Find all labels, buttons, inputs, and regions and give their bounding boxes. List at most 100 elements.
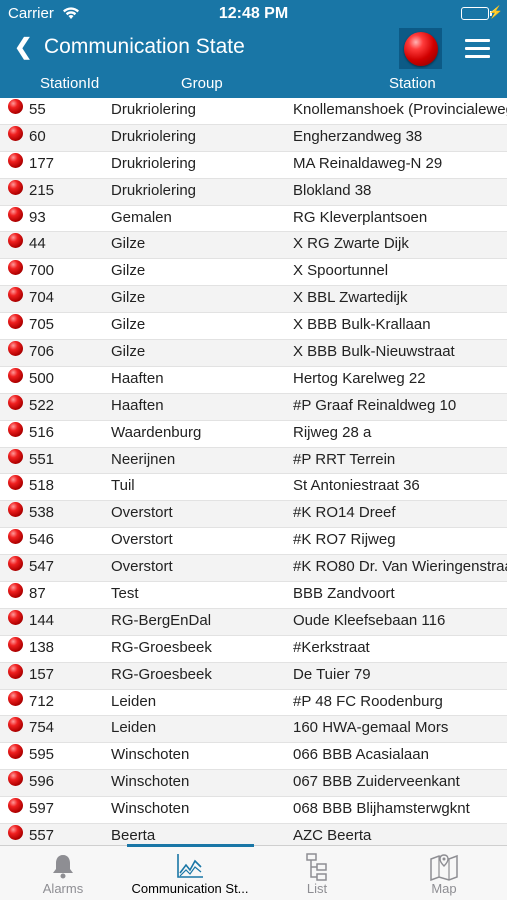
station-id-cell: 93	[29, 208, 46, 226]
table-row[interactable]: 157 RG-Groesbeek De Tuier 79	[0, 662, 507, 690]
alarm-dot-icon	[8, 448, 23, 464]
back-button[interactable]: ❮	[14, 34, 32, 60]
tab-alarms[interactable]: Alarms	[0, 846, 126, 900]
table-row[interactable]: 700 Gilze X Spoortunnel	[0, 259, 507, 287]
station-cell: Oude Kleefsebaan 116	[293, 611, 446, 629]
alarm-dot-icon	[8, 475, 23, 491]
table-row[interactable]: 706 Gilze X BBB Bulk-Nieuwstraat	[0, 340, 507, 367]
column-header: StationId Group Station	[0, 69, 507, 98]
table-row[interactable]: 177 Drukriolering MA Reinaldaweg-N 29	[0, 152, 507, 179]
table-row[interactable]: 144 RG-BergEnDal Oude Kleefsebaan 116	[0, 608, 507, 636]
menu-button[interactable]	[465, 39, 490, 58]
station-id-cell: 516	[29, 423, 55, 441]
station-id-cell: 705	[29, 316, 55, 334]
tab-label: Communication St...	[131, 881, 249, 896]
tab-list[interactable]: List	[254, 846, 380, 900]
station-cell: #P RRT Terrein	[293, 450, 396, 468]
alarm-dot-icon	[8, 717, 23, 733]
group-cell: RG-Groesbeek	[111, 638, 212, 656]
table-row[interactable]: 87 Test BBB Zandvoort	[0, 582, 507, 609]
station-id-cell: 595	[29, 746, 55, 764]
status-time: 12:48 PM	[218, 5, 289, 22]
station-table[interactable]: 55 Drukriolering Knollemanshoek (Provincia…	[0, 98, 507, 845]
group-cell: Overstort	[111, 504, 173, 522]
tab-label: Alarms	[42, 881, 84, 896]
table-row[interactable]: 546 Overstort #K RO7 Rijweg	[0, 528, 507, 556]
alarm-dot-icon	[8, 798, 23, 814]
group-cell: Drukriolering	[111, 101, 197, 118]
station-id-cell: 522	[29, 396, 55, 414]
column-station-id[interactable]: StationId	[40, 75, 99, 92]
station-id-cell: 700	[29, 262, 55, 280]
column-station[interactable]: Station	[389, 75, 436, 92]
alarm-dot-icon	[8, 233, 23, 249]
table-row[interactable]: 712 Leiden #P 48 FC Roodenburg	[0, 690, 507, 717]
station-id-cell: 704	[29, 289, 55, 307]
table-row[interactable]: 215 Drukriolering Blokland 38	[0, 178, 507, 206]
alarm-dot-icon	[8, 206, 23, 222]
alarm-status-button[interactable]	[399, 28, 442, 69]
alarm-dot-icon	[8, 663, 23, 679]
table-row[interactable]: 704 Gilze X BBL Zwartedijk	[0, 286, 507, 314]
table-row[interactable]: 516 Waardenburg Rijweg 28 a	[0, 421, 507, 448]
group-cell: Gilze	[111, 289, 146, 307]
alarm-dot-icon	[8, 744, 23, 760]
alarm-dot-icon	[8, 636, 23, 652]
group-cell: RG-BergEnDal	[111, 611, 212, 629]
table-row[interactable]: 538 Overstort #K RO14 Dreef	[0, 501, 507, 529]
table-row[interactable]: 596 Winschoten 067 BBB Zuiderveenkant	[0, 770, 507, 798]
table-row[interactable]: 518 Tuil St Antoniestraat 36	[0, 474, 507, 502]
table-row[interactable]: 138 RG-Groesbeek #Kerkstraat	[0, 636, 507, 663]
station-cell: St Antoniestraat 36	[293, 477, 420, 495]
table-row[interactable]: 60 Drukriolering Engherzandweg 38	[0, 124, 507, 152]
table-row[interactable]: 500 Haaften Hertog Karelweg 22	[0, 367, 507, 394]
station-id-cell: 87	[29, 585, 46, 603]
table-row[interactable]: 597 Winschoten 068 BBB Blijhamsterwgknt	[0, 797, 507, 825]
alarm-dot-icon	[8, 529, 23, 545]
alarm-dot-icon	[8, 502, 23, 518]
group-cell: Haaften	[111, 369, 164, 387]
alarm-dot-icon	[8, 825, 23, 841]
station-cell: 066 BBB Acasialaan	[293, 746, 429, 764]
alarm-dot-icon	[8, 287, 23, 303]
alarm-dot-icon	[8, 341, 23, 357]
station-cell: Blokland 38	[293, 181, 372, 199]
table-row[interactable]: 93 Gemalen RG Kleverplantsoen	[0, 206, 507, 233]
table-row[interactable]: 551 Neerijnen #P RRT Terrein	[0, 447, 507, 475]
table-row[interactable]: 55 Drukriolering Knollemanshoek (Provincia…	[0, 98, 507, 125]
table-row[interactable]: 44 Gilze X RG Zwarte Dijk	[0, 232, 507, 260]
station-cell: #K RO7 Rijweg	[293, 531, 396, 549]
station-id-cell: 518	[29, 477, 55, 495]
table-row[interactable]: 754 Leiden 160 HWA-gemaal Mors	[0, 716, 507, 744]
navigation-bar: ❮ Communication State	[0, 28, 507, 69]
station-id-cell: 55	[29, 101, 46, 118]
station-cell: X RG Zwarte Dijk	[293, 235, 409, 253]
battery-icon	[461, 7, 489, 20]
station-cell: 068 BBB Blijhamsterwgknt	[293, 800, 470, 818]
table-row[interactable]: 557 Beerta AZC Beerta	[0, 824, 507, 845]
table-row[interactable]: 522 Haaften #P Graaf Reinaldweg 10	[0, 393, 507, 421]
station-cell: BBB Zandvoort	[293, 585, 395, 603]
station-id-cell: 712	[29, 692, 55, 710]
station-id-cell: 144	[29, 611, 55, 629]
column-group[interactable]: Group	[181, 75, 223, 92]
station-cell: Rijweg 28 a	[293, 423, 372, 441]
group-cell: Drukriolering	[111, 154, 197, 172]
station-cell: X Spoortunnel	[293, 262, 389, 280]
chart-icon	[176, 853, 204, 882]
table-row[interactable]: 595 Winschoten 066 BBB Acasialaan	[0, 743, 507, 771]
group-cell: Haaften	[111, 396, 164, 414]
station-id-cell: 157	[29, 665, 55, 683]
table-row[interactable]: 547 Overstort #K RO80 Dr. Van Wieringenstr…	[0, 555, 507, 583]
page-title: Communication State	[44, 35, 245, 58]
table-row[interactable]: 705 Gilze X BBB Bulk-Krallaan	[0, 313, 507, 341]
alarm-dot-icon	[8, 421, 23, 437]
station-cell: 067 BBB Zuiderveenkant	[293, 773, 460, 791]
group-cell: Leiden	[111, 719, 157, 737]
station-cell: X BBL Zwartedijk	[293, 289, 408, 307]
alarm-dot-icon	[8, 609, 23, 625]
group-cell: Beerta	[111, 827, 156, 845]
tab-communication-state[interactable]: Communication St...	[127, 846, 253, 900]
alarm-dot-icon	[8, 125, 23, 141]
tab-map[interactable]: Map	[381, 846, 507, 900]
